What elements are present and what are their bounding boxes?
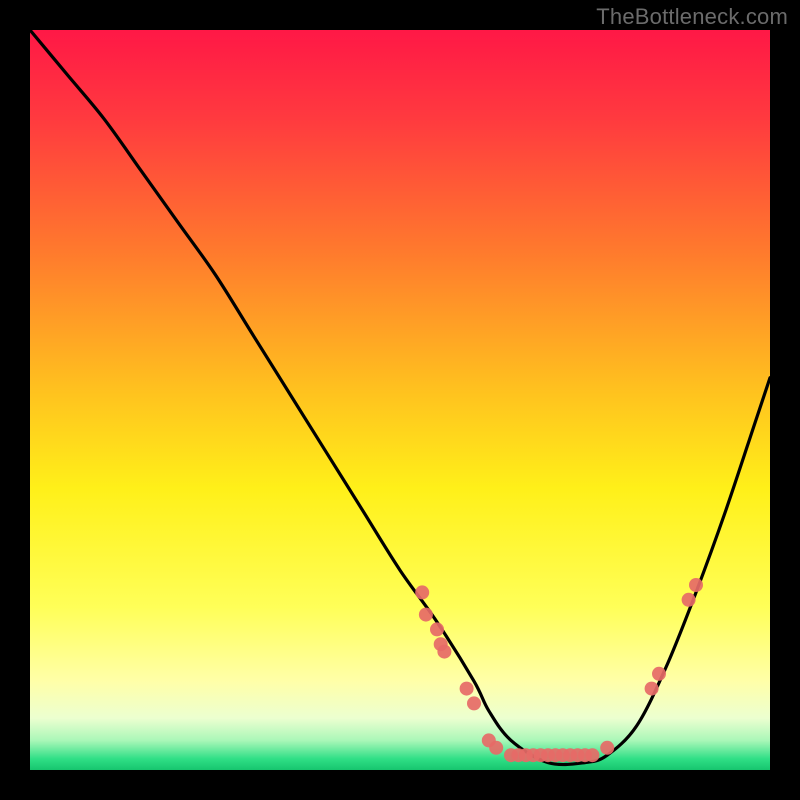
data-point xyxy=(652,667,666,681)
data-point xyxy=(645,682,659,696)
chart-plot xyxy=(30,30,770,770)
chart-frame: TheBottleneck.com xyxy=(0,0,800,800)
data-point xyxy=(489,741,503,755)
data-point xyxy=(585,748,599,762)
data-point xyxy=(460,682,474,696)
data-point xyxy=(682,593,696,607)
data-point xyxy=(415,585,429,599)
data-point xyxy=(437,645,451,659)
data-point xyxy=(689,578,703,592)
watermark-text: TheBottleneck.com xyxy=(596,4,788,30)
data-point xyxy=(430,622,444,636)
data-point xyxy=(600,741,614,755)
data-point xyxy=(419,608,433,622)
chart-svg xyxy=(30,30,770,770)
data-point xyxy=(467,696,481,710)
